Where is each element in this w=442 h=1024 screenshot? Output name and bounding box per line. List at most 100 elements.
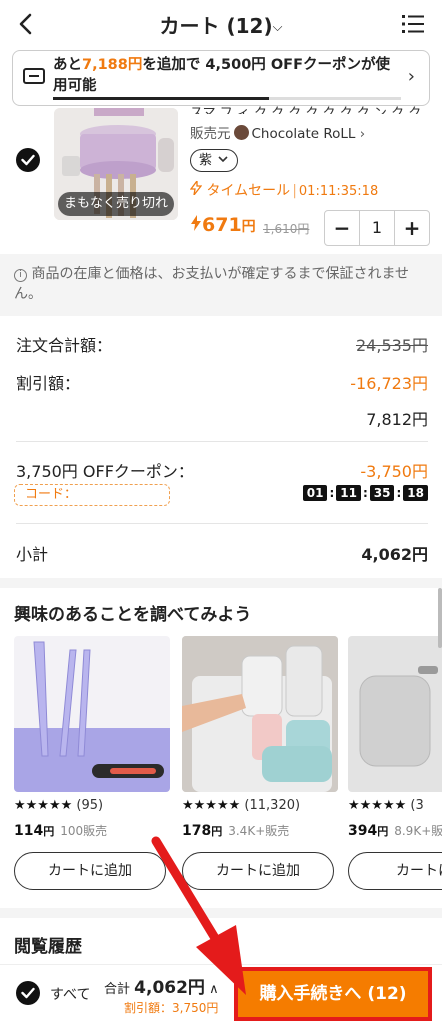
product-card-image[interactable] <box>14 636 170 792</box>
checkmark-icon <box>21 154 35 166</box>
info-icon: i <box>14 269 27 282</box>
variant-selector[interactable]: 紫 <box>190 149 238 172</box>
order-total-value: 24,535円 <box>356 336 428 355</box>
card-price: 178円 3.4K+販売 <box>182 822 289 839</box>
original-price: 1,610円 <box>263 222 310 236</box>
product-card[interactable]: ★★★★★ (3 394円 8.9K+販 カートに <box>348 636 442 890</box>
discount-label: 割引額： <box>16 374 81 393</box>
order-summary: 注文合計額： 24,535円 割引額： -16,723円 7,812円 3,75… <box>0 320 442 576</box>
coupon-remaining-amount: 7,188円 <box>82 57 143 73</box>
after-discount-value: 7,812円 <box>366 410 428 429</box>
lightning-icon <box>191 215 201 231</box>
recommendations-title: 興味のあることを調べてみよう <box>14 605 252 625</box>
coupon-progress-fill <box>53 97 269 100</box>
card-price: 394円 8.9K+販 <box>348 822 442 839</box>
card-price-value: 114 <box>14 823 44 839</box>
total-value: 4,062円 <box>134 978 205 998</box>
order-total-label: 注文合計額： <box>16 336 113 355</box>
checkmark-icon <box>21 987 35 999</box>
decrease-quantity-button[interactable]: − <box>325 216 359 240</box>
countdown-days: 01 <box>302 485 328 501</box>
page-title[interactable]: カート (12)⌵ <box>0 10 442 39</box>
coupon-ticket-icon <box>23 68 45 84</box>
header-bar: カート (12)⌵ <box>0 0 442 48</box>
card-price-value: 394 <box>348 823 378 839</box>
recommendations-section: 興味のあることを調べてみよう ★★★★★ (95) 114円 100販売 カートに… <box>0 588 442 908</box>
total-label: 合計 <box>104 982 131 997</box>
card-price: 114円 100販売 <box>14 822 107 839</box>
coupon-progress-banner[interactable]: あと7,188円を追加で 4,500円 OFFクーポンが使用可能 › <box>12 50 430 106</box>
card-price-unit: 円 <box>377 825 389 838</box>
product-card[interactable]: ★★★★★ (11,320) 178円 3.4K+販売 カートに追加 <box>182 636 338 890</box>
coupon-progress-bar <box>53 97 401 100</box>
chevron-down-icon <box>218 156 228 163</box>
review-count: (11,320) <box>244 798 301 813</box>
seller-link[interactable]: 販売元 Chocolate RoLL › <box>190 122 365 142</box>
browsing-history-title: 閲覧履歴 <box>14 937 82 957</box>
section-gap <box>0 908 442 918</box>
coupon-text-pre: あと <box>53 57 82 73</box>
sold-count: 100販売 <box>60 824 108 838</box>
divider <box>16 441 428 442</box>
lightning-icon <box>189 179 203 196</box>
subtotal-value: 4,062円 <box>361 545 428 564</box>
chevron-down-icon: ⌵ <box>272 20 283 35</box>
scrollbar[interactable] <box>438 588 442 648</box>
time-sale-label: タイムセール <box>206 183 291 199</box>
chevron-right-icon: › <box>359 126 366 142</box>
quantity-stepper: − 1 + <box>324 210 430 246</box>
countdown-seconds: 18 <box>403 485 428 501</box>
checkout-bar: すべて 合計 4,062円 ∧ 割引額：3,750円 購入手続きへ (12) <box>0 964 442 1024</box>
coupon-label: 3,750円 OFFクーポン： <box>16 462 194 481</box>
cart-title-text: カート (12) <box>159 14 273 38</box>
price-unit: 円 <box>241 219 256 235</box>
item-select-checkbox[interactable] <box>16 148 40 172</box>
star-icon: ★★★★★ <box>182 798 241 813</box>
cart-item: まもなく売り切れ スマ フ ィ ク ク ク ク ク ク ク ン ク ク フ 販売… <box>0 106 442 248</box>
add-to-cart-button[interactable]: カートに追加 <box>14 852 166 890</box>
coupon-code-field[interactable]: コード： <box>14 484 170 506</box>
rating: ★★★★★ (11,320) <box>182 798 300 813</box>
stock-price-notice: i 商品の在庫と価格は、お支払いが確定するまで保証されません。 <box>0 254 442 316</box>
countdown-minutes: 35 <box>369 485 395 501</box>
card-price-unit: 円 <box>43 825 55 838</box>
sale-price: 671円 <box>190 214 256 236</box>
add-to-cart-button[interactable]: カートに <box>348 852 442 890</box>
cart-total[interactable]: 合計 4,062円 ∧ <box>104 973 219 998</box>
star-icon: ★★★★★ <box>14 798 73 813</box>
card-price-value: 178 <box>182 823 212 839</box>
product-card-image[interactable] <box>182 636 338 792</box>
select-all-label[interactable]: すべて <box>50 984 90 1004</box>
coupon-value: -3,750円 <box>360 462 428 481</box>
notice-text: 商品の在庫と価格は、お支払いが確定するまで保証されません。 <box>14 266 410 302</box>
sold-count: 8.9K+販 <box>394 824 442 838</box>
subtotal-label: 小計 <box>16 545 49 564</box>
total-discount: 割引額：3,750円 <box>124 1001 219 1015</box>
add-to-cart-button[interactable]: カートに追加 <box>182 852 334 890</box>
shop-avatar-icon <box>233 125 249 140</box>
seller-label: 販売元 <box>190 126 231 142</box>
time-sale-timer: 01:11:35:18 <box>298 184 379 199</box>
checkout-button[interactable]: 購入手続きへ (12) <box>234 967 432 1021</box>
countdown-hours: 11 <box>336 485 361 501</box>
select-all-checkbox[interactable] <box>16 981 40 1005</box>
product-card[interactable]: ★★★★★ (95) 114円 100販売 カートに追加 <box>14 636 170 890</box>
product-name[interactable]: スマ フ ィ ク ク ク ク ク ク ク ン ク ク フ <box>190 102 430 114</box>
discount-value: -16,723円 <box>350 374 428 393</box>
chevron-up-icon: ∧ <box>209 982 219 997</box>
review-count: (3 <box>410 798 424 813</box>
quantity-value[interactable]: 1 <box>359 211 395 245</box>
shop-name: Chocolate RoLL <box>251 126 356 142</box>
divider <box>16 523 428 524</box>
price-value: 671 <box>202 214 242 236</box>
sold-count: 3.4K+販売 <box>228 824 290 838</box>
review-count: (95) <box>76 798 104 813</box>
section-gap <box>0 578 442 588</box>
sold-out-soon-badge: まもなく売り切れ <box>58 192 174 216</box>
product-card-image[interactable] <box>348 636 442 792</box>
list-menu-icon[interactable] <box>402 14 424 34</box>
variant-value: 紫 <box>199 153 213 168</box>
increase-quantity-button[interactable]: + <box>395 216 429 240</box>
time-sale-info: タイムセール | 01:11:35:18 <box>189 179 379 200</box>
card-price-unit: 円 <box>211 825 223 838</box>
